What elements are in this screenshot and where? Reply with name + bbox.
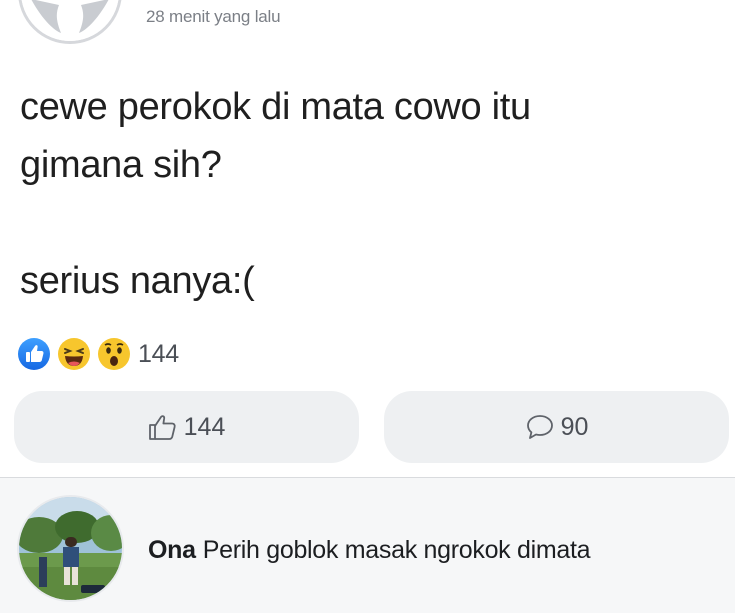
post-text: cewe perokok di mata cowo itu gimana sih… — [20, 78, 720, 310]
like-button[interactable]: 144 — [14, 391, 359, 463]
post-text-line: serius nanya:( — [20, 260, 255, 302]
comment-item: Ona Perih goblok masak ngrokok dimata — [0, 478, 735, 613]
comment-author[interactable]: Ona — [148, 536, 196, 564]
reaction-icons — [16, 336, 134, 372]
commenter-avatar[interactable] — [17, 495, 124, 602]
post-timestamp[interactable]: 28 menit yang lalu — [146, 7, 281, 27]
post-text-line: gimana sih? — [20, 144, 222, 186]
post-text-gap — [20, 194, 720, 252]
comment-count: 90 — [560, 412, 589, 441]
post-text-line: cewe perokok di mata cowo itu — [20, 86, 531, 128]
reaction-count: 144 — [138, 339, 179, 368]
reactions-summary[interactable]: 144 — [16, 336, 179, 372]
comment-body: Perih goblok masak ngrokok dimata — [202, 536, 591, 564]
profile-photo-icon — [19, 497, 122, 600]
comment-button[interactable]: 90 — [384, 391, 729, 463]
wow-reaction-icon — [96, 336, 132, 372]
comment-text: Ona Perih goblok masak ngrokok dimata — [148, 536, 591, 565]
like-reaction-icon — [16, 336, 52, 372]
haha-reaction-icon — [56, 336, 92, 372]
thumbs-up-icon — [148, 413, 178, 441]
like-count: 144 — [183, 412, 226, 441]
default-avatar-icon — [21, 0, 119, 41]
comment-bubble-icon — [525, 413, 555, 441]
post-header: 28 menit yang lalu — [0, 0, 735, 60]
author-avatar[interactable] — [18, 0, 122, 44]
